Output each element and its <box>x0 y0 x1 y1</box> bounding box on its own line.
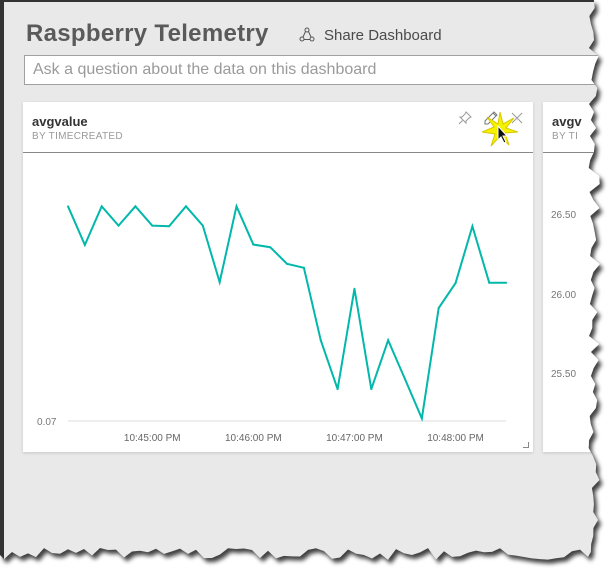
data-point <box>353 287 356 290</box>
data-point <box>420 417 423 420</box>
share-dashboard-button[interactable]: Share Dashboard <box>298 26 442 44</box>
y-tick-label: 26.50 <box>551 210 577 221</box>
data-point <box>83 243 86 246</box>
x-tick-label: 10:47:00 PM <box>326 433 383 444</box>
data-point <box>201 224 204 227</box>
tile-divider <box>543 152 600 153</box>
data-point <box>168 225 171 228</box>
tile-avgvalue[interactable]: avgvalue BY TIMECREATED 0.07 10:45:00 PM 1… <box>23 102 533 452</box>
series-line <box>67 203 507 422</box>
data-point <box>235 205 238 208</box>
x-tick-label: 10:45:00 PM <box>124 433 181 444</box>
data-point <box>67 205 69 208</box>
data-point <box>319 339 322 342</box>
dashboard-title: Raspberry Telemetry <box>26 20 269 47</box>
data-point <box>184 205 187 208</box>
share-dashboard-label: Share Dashboard <box>324 26 442 44</box>
tile-subtitle: BY TI <box>552 131 579 142</box>
data-point <box>151 224 154 227</box>
data-point <box>488 281 491 284</box>
data-point <box>269 246 272 249</box>
screenshot-frame: Raspberry Telemetry Share Dashboard Ask … <box>0 0 616 575</box>
qa-placeholder: Ask a question about the data on this da… <box>33 61 377 78</box>
line-chart: 0.07 10:45:00 PM 10:46:00 PM 10:47:00 PM 10:… <box>37 203 508 444</box>
data-point <box>370 388 373 391</box>
data-point <box>505 281 508 284</box>
qa-input[interactable]: Ask a question about the data on this da… <box>24 55 600 85</box>
data-point <box>387 339 390 342</box>
x-tick-label: 10:48:00 PM <box>427 433 484 444</box>
y-tick-label: 25.50 <box>551 369 577 380</box>
data-point <box>252 243 255 246</box>
data-point <box>404 378 406 381</box>
data-point <box>336 388 339 391</box>
data-point <box>471 225 474 228</box>
tile-avgvalue-2[interactable]: avgv BY TI 26.50 26.00 25.50 <box>543 102 600 452</box>
data-point <box>437 307 440 310</box>
resize-handle[interactable] <box>523 442 529 448</box>
y-tick-label: 26.00 <box>551 290 577 301</box>
data-point <box>218 281 221 284</box>
data-point <box>302 266 305 269</box>
tile-title: avgv <box>552 114 582 129</box>
click-highlight-cursor-icon <box>482 112 518 147</box>
data-point <box>286 262 289 265</box>
share-icon <box>299 27 315 42</box>
data-point <box>117 224 120 227</box>
data-point <box>454 282 457 285</box>
data-point <box>134 205 137 208</box>
dashboard-panel: Raspberry Telemetry Share Dashboard Ask … <box>0 0 600 560</box>
y-tick-label: 0.07 <box>37 417 57 428</box>
x-tick-label: 10:46:00 PM <box>225 433 282 444</box>
data-point <box>100 205 103 208</box>
